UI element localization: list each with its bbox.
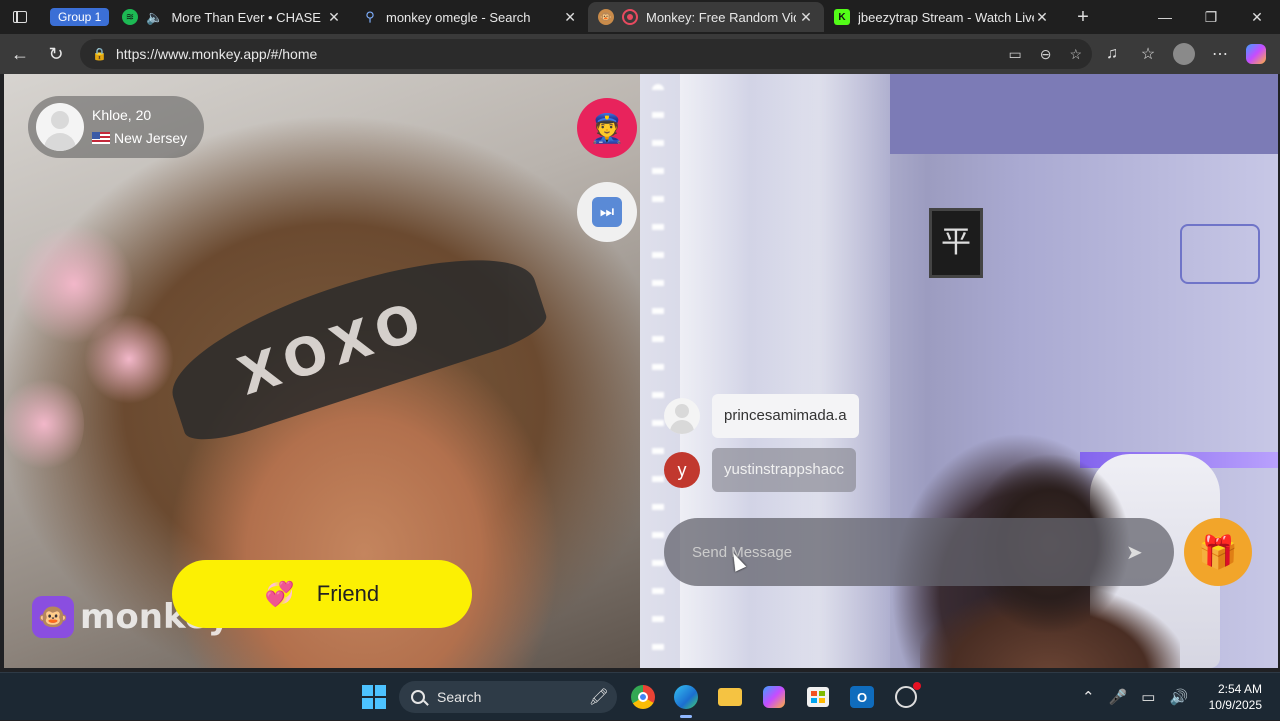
avatar[interactable] xyxy=(36,103,84,151)
skip-button[interactable]: ⏭ xyxy=(577,182,637,242)
tab-kick[interactable]: K jbeezytrap Stream - Watch Live o ✕ xyxy=(824,2,1060,32)
police-officer-icon: 👮 xyxy=(589,112,625,144)
tab-search[interactable]: ⚲ monkey omegle - Search ✕ xyxy=(352,2,588,32)
recording-icon xyxy=(622,9,638,25)
spotify-icon: ≋ xyxy=(122,9,138,25)
new-tab-button[interactable]: + xyxy=(1060,0,1106,34)
menu-icon[interactable]: ⋯ xyxy=(1202,34,1238,74)
partner-name: Khloe, 20 xyxy=(92,107,152,123)
network-icon[interactable]: ▭ xyxy=(1141,688,1155,706)
tab-spotify[interactable]: ≋ 🔈 More Than Ever • CHASETHI ✕ xyxy=(112,2,352,32)
chat-bubble: princesamimada.a xyxy=(712,394,859,438)
gift-icon: 🎁 xyxy=(1198,534,1238,570)
address-bar[interactable]: 🔒 https://www.monkey.app/#/home ▭ ⊖ ☆ xyxy=(80,39,1092,69)
monkey-icon: 🐵 xyxy=(32,596,74,638)
search-icon xyxy=(411,690,425,704)
taskbar-search[interactable]: Search 🖍 xyxy=(399,681,617,713)
chrome-icon[interactable] xyxy=(627,681,659,713)
copilot-icon[interactable] xyxy=(1238,34,1274,74)
close-icon[interactable]: ✕ xyxy=(798,9,814,26)
gift-button[interactable]: 🎁 xyxy=(1184,518,1252,586)
friend-button[interactable]: 💞 Friend xyxy=(172,560,472,628)
favorite-star-icon[interactable]: ☆ xyxy=(1069,46,1082,63)
volume-icon[interactable]: 🔊 xyxy=(1169,688,1188,706)
tab-title: More Than Ever • CHASETHI xyxy=(171,9,321,25)
more-tools-icon[interactable]: ⊖ xyxy=(1040,46,1052,63)
chat-bubble: yustinstrappshacc xyxy=(712,448,857,492)
restore-button[interactable]: ❐ xyxy=(1188,0,1234,34)
clock[interactable]: 2:54 AM 10/9/2025 xyxy=(1209,681,1262,713)
message-input[interactable]: Send Message ➤ xyxy=(664,518,1174,586)
report-button[interactable]: 👮 xyxy=(577,98,637,158)
us-flag-icon xyxy=(92,132,110,144)
monkey-icon: 🐵 xyxy=(598,9,614,25)
microsoft-store-icon[interactable] xyxy=(802,681,834,713)
clock-time: 2:54 AM xyxy=(1217,682,1262,696)
microphone-icon[interactable]: 🎤 xyxy=(1109,688,1128,706)
site-info-icon[interactable]: 🔒 xyxy=(92,47,107,61)
media-control-icon[interactable]: ♫ xyxy=(1094,34,1130,74)
partner-location: New Jersey xyxy=(114,130,188,146)
string-lights xyxy=(652,84,664,664)
headband xyxy=(156,227,552,451)
tab-actions-button[interactable] xyxy=(0,0,40,34)
kick-icon: K xyxy=(834,9,850,25)
refresh-button[interactable]: ↻ xyxy=(38,36,74,72)
url-text: https://www.monkey.app/#/home xyxy=(116,46,318,62)
edge-icon[interactable] xyxy=(670,681,702,718)
speaker-icon[interactable]: 🔈 xyxy=(146,9,163,26)
start-button[interactable] xyxy=(362,685,386,709)
tab-title: jbeezytrap Stream - Watch Live o xyxy=(858,9,1034,25)
outlook-icon[interactable]: O xyxy=(846,681,878,713)
file-explorer-icon[interactable] xyxy=(714,681,746,713)
wall-frame: 平 xyxy=(929,208,983,278)
clock-date: 10/9/2025 xyxy=(1208,698,1262,712)
avatar: y xyxy=(664,452,700,488)
chat-message: princesamimada.a xyxy=(664,394,859,438)
send-icon[interactable]: ➤ xyxy=(1126,540,1148,564)
close-icon[interactable]: ✕ xyxy=(326,9,342,26)
app-with-badge-icon[interactable] xyxy=(890,681,922,713)
avatar xyxy=(664,398,700,434)
close-window-button[interactable]: ✕ xyxy=(1234,0,1280,34)
skip-icon: ⏭ xyxy=(592,197,622,227)
blossom-decoration xyxy=(4,374,84,474)
taskbar: Search 🖍 O ⌃ 🎤 ▭ 🔊 2:54 AM 10/9/2025 xyxy=(0,672,1280,720)
close-icon[interactable]: ✕ xyxy=(562,9,578,26)
chat-message: y yustinstrappshacc xyxy=(664,448,857,492)
browser-toolbar: ← ↻ 🔒 https://www.monkey.app/#/home ▭ ⊖ … xyxy=(0,34,1280,74)
minimize-button[interactable]: — xyxy=(1142,0,1188,34)
tab-monkey[interactable]: 🐵 Monkey: Free Random Vide ✕ xyxy=(588,2,824,32)
heart-icon: 💞 xyxy=(264,580,295,608)
blossom-decoration xyxy=(84,314,174,404)
friend-label: Friend xyxy=(316,581,380,606)
tab-group-label[interactable]: Group 1 xyxy=(50,8,110,26)
tab-title: Monkey: Free Random Vide xyxy=(646,9,796,25)
ceiling xyxy=(890,74,1278,154)
basketball-hoop xyxy=(1180,224,1260,284)
chevron-up-icon[interactable]: ⌃ xyxy=(1082,688,1095,706)
back-button[interactable]: ← xyxy=(2,36,38,72)
search-label: Search xyxy=(437,689,482,705)
camera-icon[interactable]: ▭ xyxy=(1008,46,1021,63)
profile-icon[interactable] xyxy=(1166,34,1202,74)
favorites-icon[interactable]: ☆ xyxy=(1130,34,1166,74)
search-highlight-icon: 🖍 xyxy=(588,689,609,706)
tab-actions-icon xyxy=(13,11,27,23)
copilot-icon[interactable] xyxy=(758,681,790,713)
tab-title: monkey omegle - Search xyxy=(386,9,531,25)
video-chat-area: 平 Khloe, 20 New Jersey 👮 ⏭ 🐵 monkey 💞 Fr… xyxy=(4,74,1278,668)
search-icon: ⚲ xyxy=(365,9,375,24)
close-icon[interactable]: ✕ xyxy=(1034,9,1050,26)
partner-profile[interactable]: Khloe, 20 New Jersey xyxy=(28,96,204,158)
